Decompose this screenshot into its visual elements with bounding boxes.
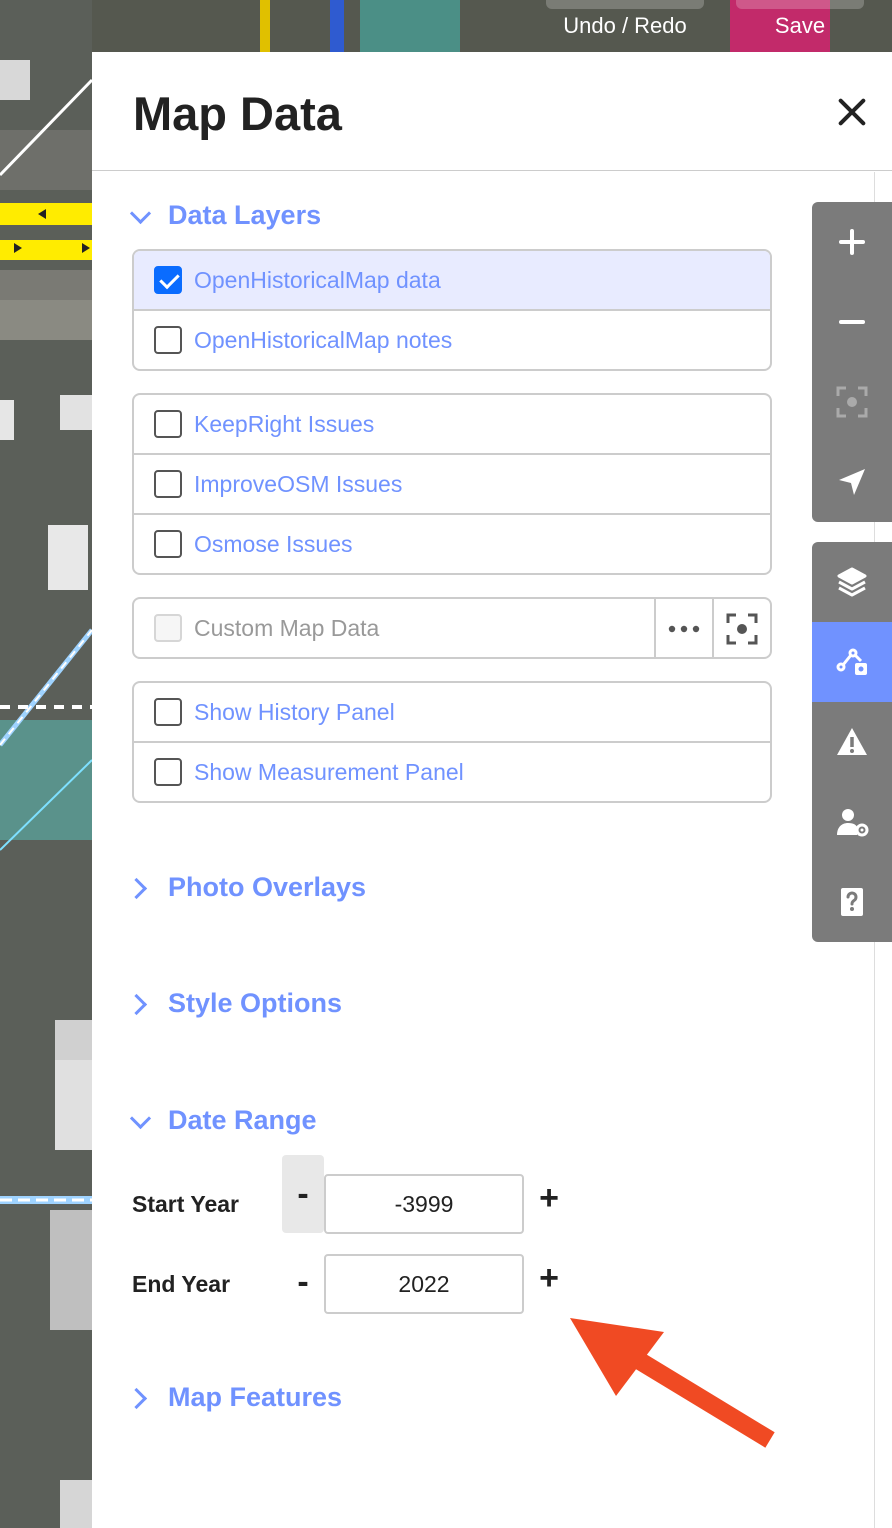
osm-layers-list: OpenHistoricalMap data OpenHistoricalMap… <box>132 249 772 371</box>
button-cap <box>736 0 864 9</box>
layer-label: OpenHistoricalMap data <box>194 266 441 293</box>
layer-label: Custom Map Data <box>194 614 380 641</box>
layer-improveosm[interactable]: ImproveOSM Issues <box>134 453 770 513</box>
panels-list: Show History Panel Show Measurement Pane… <box>132 681 772 803</box>
top-toolbar: Undo / Redo Save <box>540 0 892 52</box>
section-photo-overlays-label: Photo Overlays <box>168 872 367 902</box>
map-controls <box>812 202 892 522</box>
section-style-options[interactable]: Style Options <box>129 988 342 1019</box>
layer-label: Osmose Issues <box>194 530 353 557</box>
layer-label: OpenHistoricalMap notes <box>194 326 453 353</box>
issues-icon[interactable] <box>812 702 892 782</box>
layer-ohm-data[interactable]: OpenHistoricalMap data <box>134 251 770 309</box>
section-date-range-label: Date Range <box>168 1105 317 1135</box>
section-photo-overlays[interactable]: Photo Overlays <box>129 872 366 903</box>
layer-ohm-notes[interactable]: OpenHistoricalMap notes <box>134 309 770 369</box>
layer-keepright[interactable]: KeepRight Issues <box>134 395 770 453</box>
section-map-features[interactable]: Map Features <box>129 1382 342 1413</box>
layer-custom-map-data[interactable]: Custom Map Data <box>134 599 770 657</box>
end-year-label: End Year <box>132 1271 231 1297</box>
start-year-decrement[interactable]: - <box>282 1155 324 1233</box>
section-style-options-label: Style Options <box>168 988 343 1018</box>
chevron-down-icon <box>129 1110 151 1132</box>
zoom-out-icon[interactable] <box>812 282 892 362</box>
end-year-decrement[interactable]: - <box>282 1258 324 1306</box>
pane-controls <box>812 542 892 942</box>
ellipsis-icon[interactable] <box>654 599 712 657</box>
save-button[interactable]: Save <box>730 0 870 52</box>
layer-label: ImproveOSM Issues <box>194 470 403 497</box>
section-data-layers-label: Data Layers <box>168 200 322 230</box>
keepright-checkbox[interactable] <box>154 410 182 438</box>
chevron-down-icon <box>129 205 151 227</box>
zoom-in-icon[interactable] <box>812 202 892 282</box>
chevron-right-icon <box>129 993 151 1015</box>
section-map-features-label: Map Features <box>168 1382 343 1412</box>
background-layers-icon[interactable] <box>812 542 892 622</box>
section-data-layers[interactable]: Data Layers <box>129 200 321 231</box>
history-panel-checkbox[interactable] <box>154 698 182 726</box>
option-history-panel[interactable]: Show History Panel <box>134 683 770 741</box>
save-label: Save <box>774 13 826 38</box>
help-icon[interactable] <box>812 862 892 942</box>
zoom-to-selection-icon[interactable] <box>812 362 892 442</box>
map-data-panel: Map Data Data Layers OpenHistoricalMap d… <box>92 52 892 1528</box>
annotation-arrow-icon <box>570 1318 775 1448</box>
section-date-range[interactable]: Date Range <box>129 1105 317 1136</box>
custom-data-list: Custom Map Data <box>132 597 772 659</box>
close-icon[interactable] <box>834 94 870 130</box>
layer-osmose[interactable]: Osmose Issues <box>134 513 770 573</box>
undo-redo-button[interactable]: Undo / Redo <box>540 0 710 52</box>
end-year-input[interactable] <box>324 1254 524 1314</box>
start-year-increment[interactable]: + <box>528 1174 570 1222</box>
option-label: Show History Panel <box>194 698 395 725</box>
layer-label: KeepRight Issues <box>194 410 375 437</box>
option-label: Show Measurement Panel <box>194 758 464 785</box>
ohm-notes-checkbox[interactable] <box>154 326 182 354</box>
chevron-right-icon <box>129 877 151 899</box>
option-measurement-panel[interactable]: Show Measurement Panel <box>134 741 770 801</box>
button-cap <box>546 0 704 9</box>
start-year-input[interactable] <box>324 1174 524 1234</box>
measurement-panel-checkbox[interactable] <box>154 758 182 786</box>
end-year-increment[interactable]: + <box>528 1254 570 1302</box>
improveosm-checkbox[interactable] <box>154 470 182 498</box>
panel-title: Map Data <box>133 87 342 140</box>
preferences-icon[interactable] <box>812 782 892 862</box>
custom-data-checkbox[interactable] <box>154 614 182 642</box>
qa-layers-list: KeepRight Issues ImproveOSM Issues Osmos… <box>132 393 772 575</box>
osmose-checkbox[interactable] <box>154 530 182 558</box>
chevron-right-icon <box>129 1387 151 1409</box>
panel-header: Map Data <box>92 52 892 171</box>
start-year-label: Start Year <box>132 1191 239 1217</box>
zoom-to-data-icon[interactable] <box>712 599 770 657</box>
undo-redo-label: Undo / Redo <box>563 13 687 38</box>
map-data-icon[interactable] <box>812 622 892 702</box>
ohm-data-checkbox[interactable] <box>154 266 182 294</box>
geolocate-icon[interactable] <box>812 442 892 522</box>
